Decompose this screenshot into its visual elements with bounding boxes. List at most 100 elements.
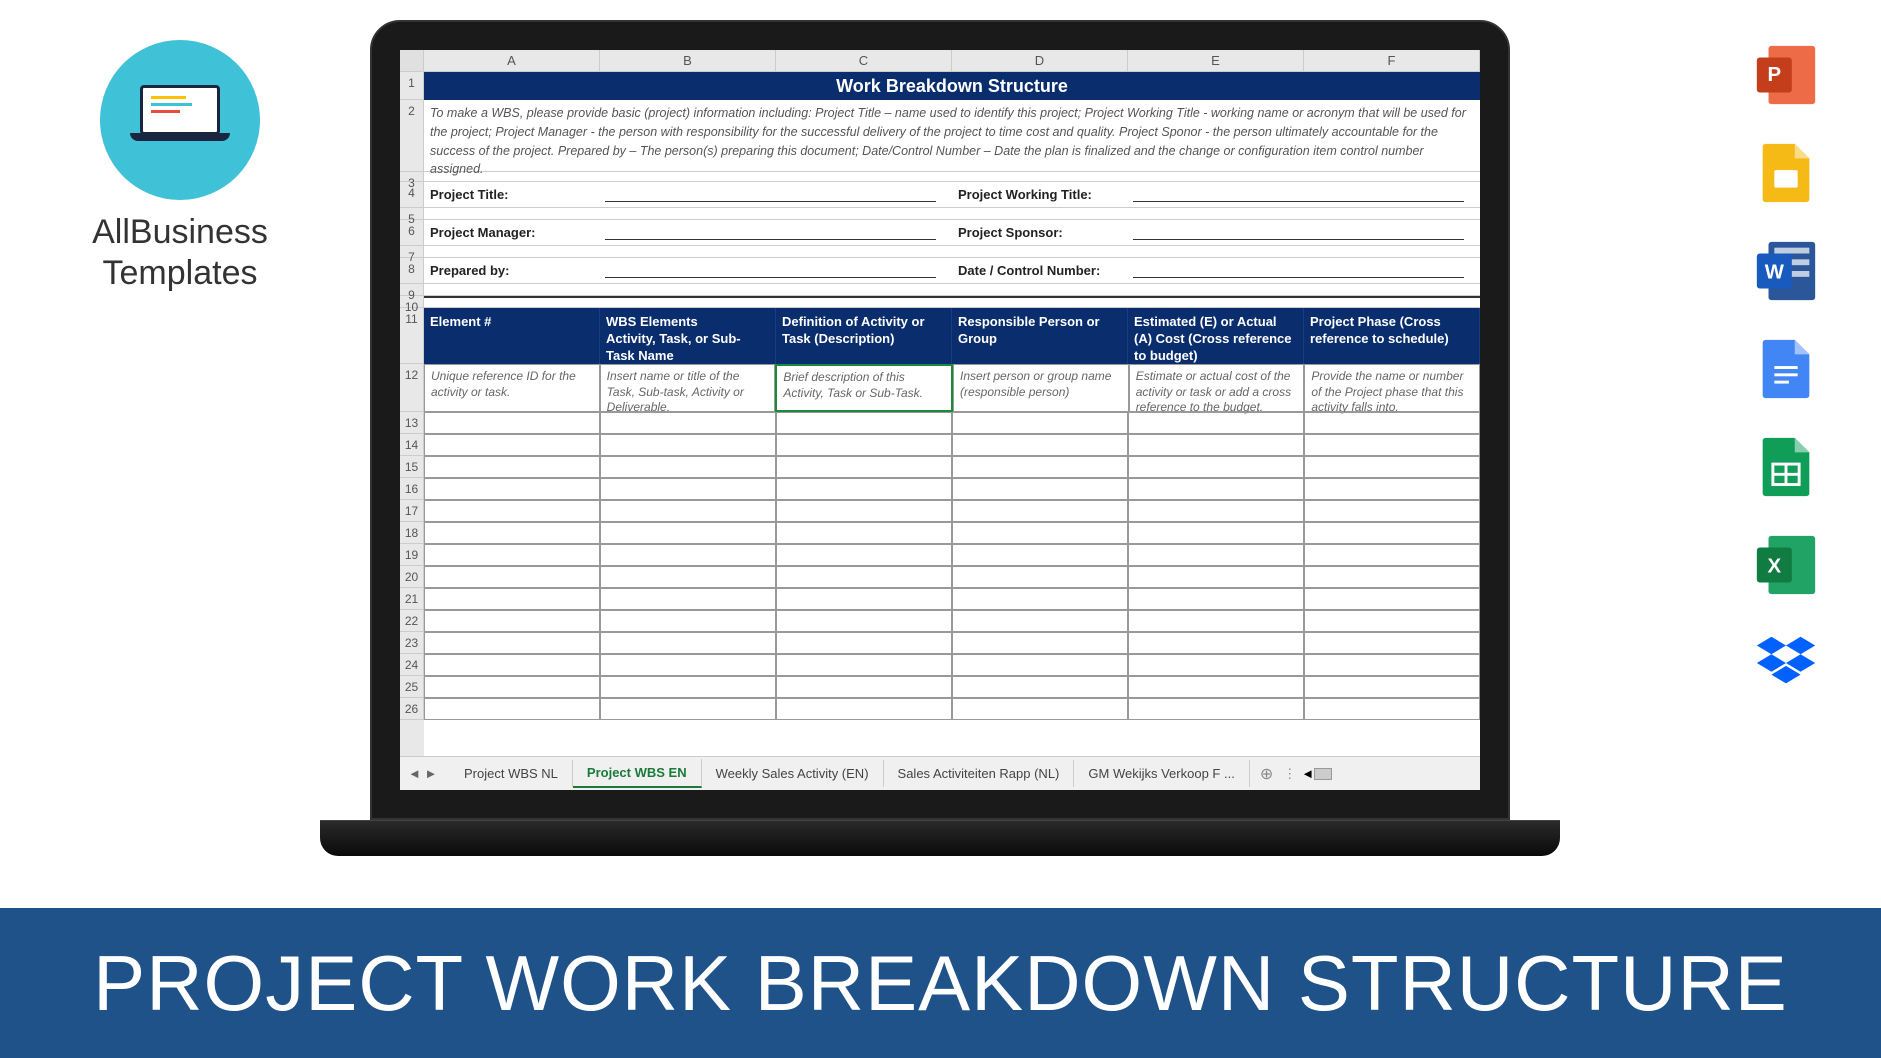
powerpoint-icon: P [1751,40,1821,110]
header-element: Element # [424,308,600,364]
row-num[interactable]: 23 [400,632,424,654]
row-num[interactable]: 19 [400,544,424,566]
row-num[interactable]: 22 [400,610,424,632]
tab-weekly-sales-en[interactable]: Weekly Sales Activity (EN) [702,760,884,787]
col-header-c[interactable]: C [776,50,952,71]
svg-text:W: W [1765,261,1785,283]
svg-text:P: P [1768,64,1782,86]
hint-responsible: Insert person or group name (responsible… [953,364,1129,412]
google-docs-icon [1751,334,1821,404]
header-definition: Definition of Activity or Task (Descript… [776,308,952,364]
table-row[interactable] [424,632,1480,654]
header-responsible: Responsible Person or Group [952,308,1128,364]
hint-cost: Estimate or actual cost of the activity … [1129,364,1305,412]
table-row[interactable] [424,676,1480,698]
col-header-f[interactable]: F [1304,50,1480,71]
table-row[interactable] [424,588,1480,610]
row-num[interactable]: 14 [400,434,424,456]
row-num[interactable]: 20 [400,566,424,588]
row-num[interactable]: 9 [400,284,424,296]
row-num[interactable]: 26 [400,698,424,720]
table-row[interactable] [424,412,1480,434]
tab-wbs-nl[interactable]: Project WBS NL [450,760,573,787]
row-num[interactable]: 8 [400,258,424,284]
header-cost: Estimated (E) or Actual (A) Cost (Cross … [1128,308,1304,364]
row-num[interactable]: 7 [400,246,424,258]
date-control-label: Date / Control Number: [958,263,1133,278]
google-slides-icon [1751,138,1821,208]
row-numbers: 1 2 3 4 5 6 7 8 9 10 11 12 13 14 15 16 1 [400,72,424,756]
row-num[interactable]: 13 [400,412,424,434]
table-row[interactable] [424,566,1480,588]
table-row[interactable] [424,698,1480,720]
spreadsheet-screen: A B C D E F 1 2 3 4 5 6 7 8 9 10 [400,50,1480,790]
add-sheet-button[interactable]: ⊕ [1250,764,1283,784]
sheet-title: Work Breakdown Structure [424,72,1480,100]
table-row[interactable] [424,500,1480,522]
row-num[interactable]: 10 [400,296,424,308]
logo-circle [100,40,260,200]
select-all-corner[interactable] [400,50,424,71]
table-row[interactable] [424,544,1480,566]
brand-logo: AllBusinessTemplates [60,40,300,294]
row-num[interactable]: 2 [400,100,424,172]
project-manager-label: Project Manager: [430,225,605,240]
logo-text: AllBusinessTemplates [60,212,300,294]
row-num[interactable]: 4 [400,182,424,208]
dropbox-icon [1751,628,1821,698]
col-header-e[interactable]: E [1128,50,1304,71]
excel-icon: X [1751,530,1821,600]
column-headers: A B C D E F [400,50,1480,72]
tab-wbs-en[interactable]: Project WBS EN [573,759,702,788]
col-header-a[interactable]: A [424,50,600,71]
info-row-3: Prepared by: Date / Control Number: [424,258,1480,284]
google-sheets-icon [1751,432,1821,502]
hint-wbs: Insert name or title of the Task, Sub-ta… [600,364,776,412]
row-num[interactable]: 6 [400,220,424,246]
table-row[interactable] [424,654,1480,676]
row-num[interactable]: 17 [400,500,424,522]
col-header-b[interactable]: B [600,50,776,71]
table-row[interactable] [424,456,1480,478]
row-num[interactable]: 12 [400,364,424,412]
grid-area[interactable]: Work Breakdown Structure To make a WBS, … [424,72,1480,756]
page-banner: PROJECT WORK BREAKDOWN STRUCTURE [0,908,1881,1058]
project-sponsor-label: Project Sponsor: [958,225,1133,240]
svg-text:X: X [1768,555,1782,577]
row-num[interactable]: 15 [400,456,424,478]
file-type-icons: P W X [1751,40,1821,698]
table-row[interactable] [424,434,1480,456]
info-row-1: Project Title: Project Working Title: [424,182,1480,208]
table-row[interactable] [424,522,1480,544]
table-row[interactable] [424,478,1480,500]
row-num[interactable]: 25 [400,676,424,698]
row-num[interactable]: 1 [400,72,424,100]
row-num[interactable]: 5 [400,208,424,220]
hint-definition-selected: Brief description of this Activity, Task… [775,364,953,412]
hint-element: Unique reference ID for the activity or … [424,364,600,412]
hint-row: Unique reference ID for the activity or … [424,364,1480,412]
col-header-d[interactable]: D [952,50,1128,71]
laptop-icon [130,85,230,155]
header-phase: Project Phase (Cross reference to schedu… [1304,308,1480,364]
horizontal-scrollbar[interactable]: ◄ [1301,766,1421,781]
row-num[interactable]: 11 [400,308,424,364]
table-header-row: Element # WBS Elements Activity, Task, o… [424,308,1480,364]
row-num[interactable]: 21 [400,588,424,610]
tab-nav-arrows[interactable]: ◄ ► [400,766,450,781]
row-num[interactable]: 18 [400,522,424,544]
tab-gm-verkoop[interactable]: GM Wekijks Verkoop F ... [1074,760,1249,787]
table-row[interactable] [424,610,1480,632]
sheet-tabs: ◄ ► Project WBS NL Project WBS EN Weekly… [400,756,1480,790]
row-num[interactable]: 24 [400,654,424,676]
instructions-text: To make a WBS, please provide basic (pro… [424,100,1480,172]
hint-phase: Provide the name or number of the Projec… [1304,364,1480,412]
working-title-label: Project Working Title: [958,187,1133,202]
tab-sales-nl[interactable]: Sales Activiteiten Rapp (NL) [884,760,1075,787]
laptop-base [320,820,1560,856]
laptop-mockup: A B C D E F 1 2 3 4 5 6 7 8 9 10 [370,20,1510,860]
row-num[interactable]: 3 [400,172,424,182]
row-num[interactable]: 16 [400,478,424,500]
prepared-by-label: Prepared by: [430,263,605,278]
info-row-2: Project Manager: Project Sponsor: [424,220,1480,246]
